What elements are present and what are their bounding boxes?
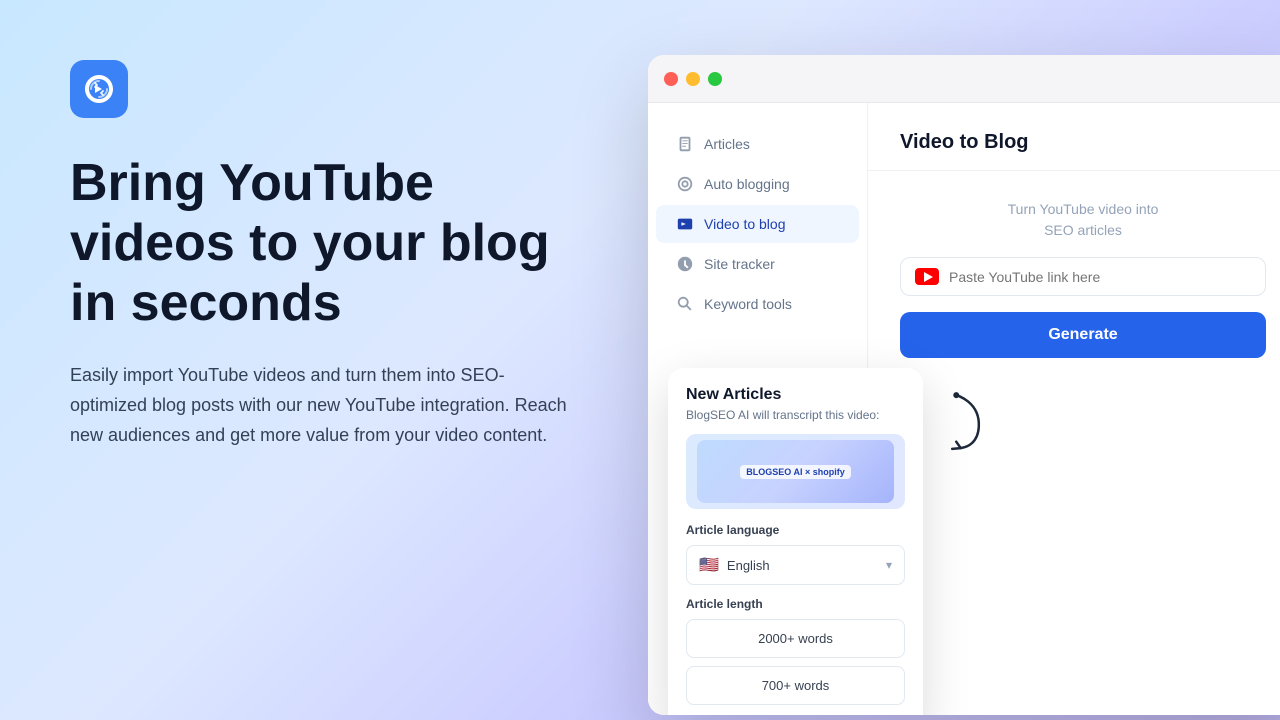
- app-content: Articles Auto blogging Video to blog Sit…: [648, 103, 1280, 715]
- youtube-icon: [915, 268, 939, 285]
- youtube-input-wrapper[interactable]: [900, 257, 1266, 296]
- language-selector[interactable]: 🇺🇸 English ▾: [686, 545, 905, 585]
- page-title: Video to Blog: [900, 131, 1266, 154]
- sidebar-item-video-blog[interactable]: Video to blog: [656, 205, 859, 243]
- article-length-label: Article length: [686, 597, 905, 611]
- card-subtitle: BlogSEO AI will transcript this video:: [686, 408, 905, 422]
- subtext: Easily import YouTube videos and turn th…: [70, 361, 580, 450]
- video-blog-icon: [676, 215, 694, 233]
- sidebar-label-articles: Articles: [704, 136, 750, 152]
- sidebar-item-keyword-tools[interactable]: Keyword tools: [656, 285, 859, 323]
- browser-window: Articles Auto blogging Video to blog Sit…: [648, 55, 1280, 715]
- language-label: Article language: [686, 523, 905, 537]
- subtitle-text: Turn YouTube video into SEO articles: [900, 199, 1266, 241]
- articles-icon: [676, 135, 694, 153]
- close-button[interactable]: [664, 72, 678, 86]
- maximize-button[interactable]: [708, 72, 722, 86]
- sidebar-item-articles[interactable]: Articles: [656, 125, 859, 163]
- main-panel: Video to Blog Turn YouTube video into SE…: [868, 103, 1280, 715]
- new-articles-card: New Articles BlogSEO AI will transcript …: [668, 368, 923, 715]
- title-bar: [648, 55, 1280, 103]
- thumbnail-inner: BLOGSEO AI × shopify: [697, 440, 894, 504]
- selected-language: English: [727, 558, 770, 573]
- thumbnail-logo: BLOGSEO AI × shopify: [740, 465, 850, 479]
- site-tracker-icon: [676, 255, 694, 273]
- keyword-tools-icon: [676, 295, 694, 313]
- sidebar-label-keyword-tools: Keyword tools: [704, 296, 792, 312]
- left-section: Bring YouTube videos to your blog in sec…: [0, 0, 640, 720]
- youtube-input[interactable]: [949, 269, 1251, 285]
- sidebar-label-site-tracker: Site tracker: [704, 256, 775, 272]
- headline: Bring YouTube videos to your blog in sec…: [70, 154, 580, 333]
- length-700-button[interactable]: 700+ words: [686, 666, 905, 705]
- window-controls: [664, 72, 722, 86]
- sidebar-item-auto-blogging[interactable]: Auto blogging: [656, 165, 859, 203]
- flag-icon: 🇺🇸: [699, 555, 719, 575]
- sidebar-item-site-tracker[interactable]: Site tracker: [656, 245, 859, 283]
- card-title: New Articles: [686, 386, 905, 404]
- sidebar-label-auto-blogging: Auto blogging: [704, 176, 790, 192]
- auto-blogging-icon: [676, 175, 694, 193]
- app-logo: [70, 60, 128, 118]
- card-thumbnail: BLOGSEO AI × shopify: [686, 434, 905, 509]
- logo-icon: [81, 71, 117, 107]
- minimize-button[interactable]: [686, 72, 700, 86]
- generate-button[interactable]: Generate: [900, 312, 1266, 358]
- length-2000-button[interactable]: 2000+ words: [686, 619, 905, 658]
- main-header: Video to Blog: [868, 103, 1280, 171]
- chevron-down-icon: ▾: [886, 558, 892, 572]
- sidebar-label-video-blog: Video to blog: [704, 216, 785, 232]
- main-body: Turn YouTube video into SEO articles Gen…: [868, 171, 1280, 715]
